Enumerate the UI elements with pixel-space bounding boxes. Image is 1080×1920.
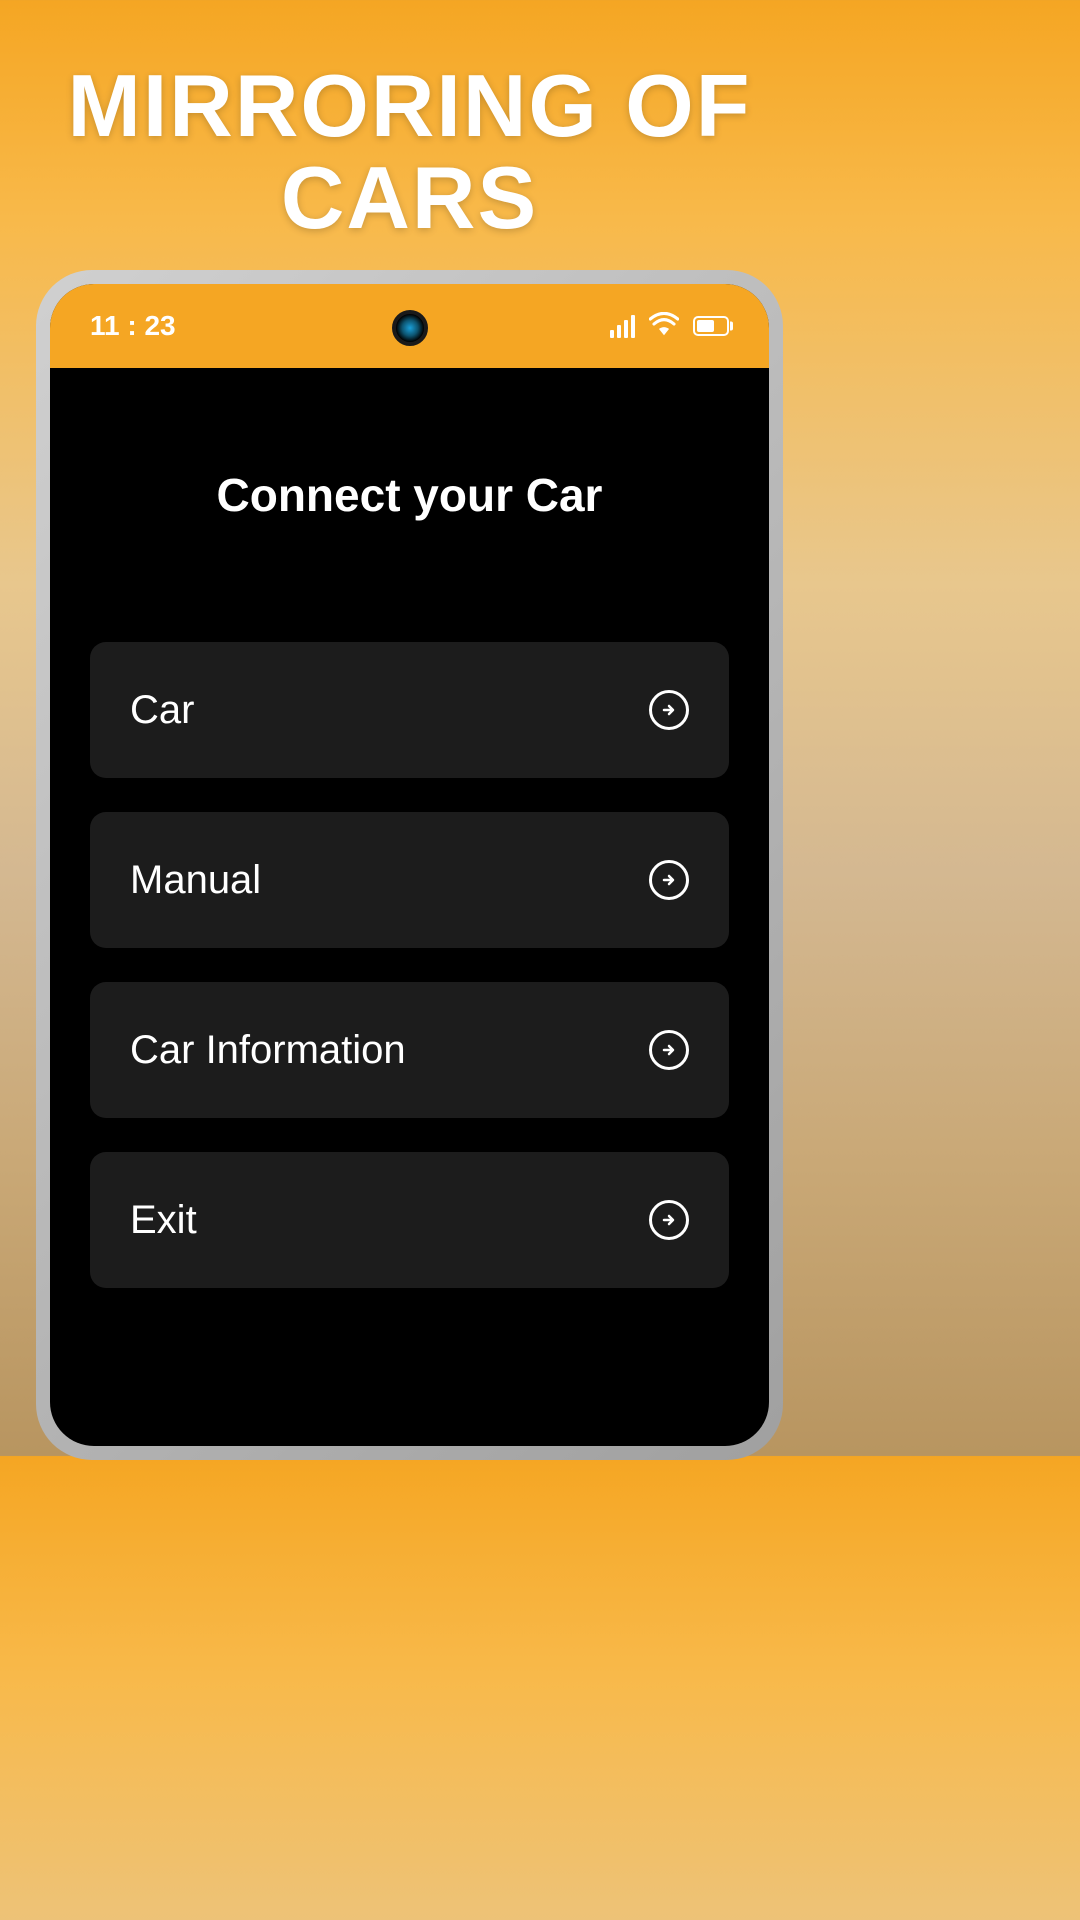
arrow-right-circle-icon [649,1030,689,1070]
arrow-right-circle-icon [649,860,689,900]
battery-icon [693,316,729,336]
phone-frame: 11 : 23 [36,270,783,1460]
menu-item-label: Car Information [130,1028,406,1073]
promo-title-line1: MIRRORING OF [0,60,819,152]
wifi-icon [649,312,679,341]
menu-item-car[interactable]: Car [90,642,729,778]
promo-title: MIRRORING OF CARS [0,0,819,245]
menu-item-label: Exit [130,1198,197,1243]
phone-screen: 11 : 23 [50,284,769,1446]
arrow-right-circle-icon [649,690,689,730]
signal-icon [610,315,635,338]
menu-item-label: Car [130,688,194,733]
status-bar: 11 : 23 [50,284,769,368]
status-time: 11 : 23 [90,310,176,342]
arrow-right-circle-icon [649,1200,689,1240]
menu-item-label: Manual [130,858,261,903]
screen-content: Connect your Car Car Manual Car [50,368,769,1288]
menu-item-manual[interactable]: Manual [90,812,729,948]
status-icons [610,312,729,341]
camera-notch [392,310,428,346]
screen-title: Connect your Car [90,468,729,522]
menu-item-exit[interactable]: Exit [90,1152,729,1288]
menu-item-car-information[interactable]: Car Information [90,982,729,1118]
promo-title-line2: CARS [0,152,819,244]
